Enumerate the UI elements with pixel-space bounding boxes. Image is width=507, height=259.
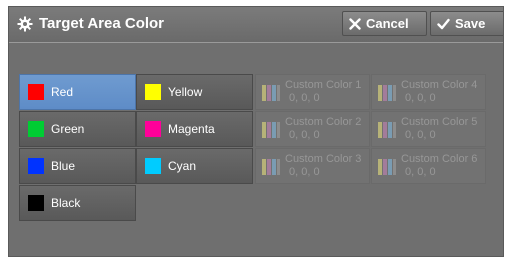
color-label: Magenta — [168, 122, 215, 136]
color-stripes-icon — [378, 122, 396, 138]
color-option-green[interactable]: Green — [19, 111, 136, 147]
custom-color-name: Custom Color 3 — [285, 153, 362, 165]
custom-color-value: 0, 0, 0 — [289, 129, 320, 141]
custom-color-value: 0, 0, 0 — [405, 92, 436, 104]
custom-color-3: Custom Color 3 0, 0, 0 — [255, 148, 370, 184]
color-stripes-icon — [262, 122, 280, 138]
yellow-swatch — [145, 84, 161, 100]
cancel-label: Cancel — [366, 16, 409, 31]
color-label: Blue — [51, 159, 76, 173]
blue-swatch — [28, 158, 44, 174]
magenta-swatch — [145, 121, 161, 137]
color-option-magenta[interactable]: Magenta — [136, 111, 253, 147]
check-icon — [437, 18, 450, 29]
cancel-button[interactable]: Cancel — [342, 11, 427, 36]
custom-color-value: 0, 0, 0 — [289, 166, 320, 178]
color-stripes-icon — [378, 85, 396, 101]
color-option-cyan[interactable]: Cyan — [136, 148, 253, 184]
custom-color-name: Custom Color 5 — [401, 116, 478, 128]
color-stripes-icon — [378, 159, 396, 175]
custom-color-value: 0, 0, 0 — [405, 166, 436, 178]
color-option-blue[interactable]: Blue — [19, 148, 136, 184]
close-icon — [349, 17, 361, 30]
color-label: Green — [51, 122, 85, 136]
color-stripes-icon — [262, 85, 280, 101]
gear-icon — [17, 16, 33, 32]
color-label: Yellow — [168, 85, 203, 99]
black-swatch — [28, 195, 44, 211]
page-title: Target Area Color — [39, 15, 165, 32]
custom-color-name: Custom Color 1 — [285, 79, 362, 91]
red-swatch — [28, 84, 44, 100]
green-swatch — [28, 121, 44, 137]
custom-color-6: Custom Color 6 0, 0, 0 — [371, 148, 486, 184]
dialog-header: Target Area Color Cancel Save — [9, 7, 503, 43]
color-option-yellow[interactable]: Yellow — [136, 74, 253, 110]
color-label: Black — [51, 196, 81, 210]
color-label: Cyan — [168, 159, 197, 173]
custom-color-value: 0, 0, 0 — [289, 92, 320, 104]
save-label: Save — [455, 16, 486, 31]
custom-color-name: Custom Color 2 — [285, 116, 362, 128]
color-option-black[interactable]: Black — [19, 185, 136, 221]
color-label: Red — [51, 85, 74, 99]
custom-color-1: Custom Color 1 0, 0, 0 — [255, 74, 370, 110]
cyan-swatch — [145, 158, 161, 174]
dialog-title-area: Target Area Color — [17, 15, 164, 32]
custom-color-value: 0, 0, 0 — [405, 129, 436, 141]
custom-color-5: Custom Color 5 0, 0, 0 — [371, 111, 486, 147]
custom-color-name: Custom Color 6 — [401, 153, 478, 165]
color-option-red[interactable]: Red — [19, 74, 136, 110]
custom-color-2: Custom Color 2 0, 0, 0 — [255, 111, 370, 147]
custom-color-4: Custom Color 4 0, 0, 0 — [371, 74, 486, 110]
custom-color-name: Custom Color 4 — [401, 79, 478, 91]
target-area-color-dialog: Target Area Color Cancel Save Red Green … — [8, 6, 504, 257]
color-stripes-icon — [262, 159, 280, 175]
save-button[interactable]: Save — [430, 11, 503, 36]
